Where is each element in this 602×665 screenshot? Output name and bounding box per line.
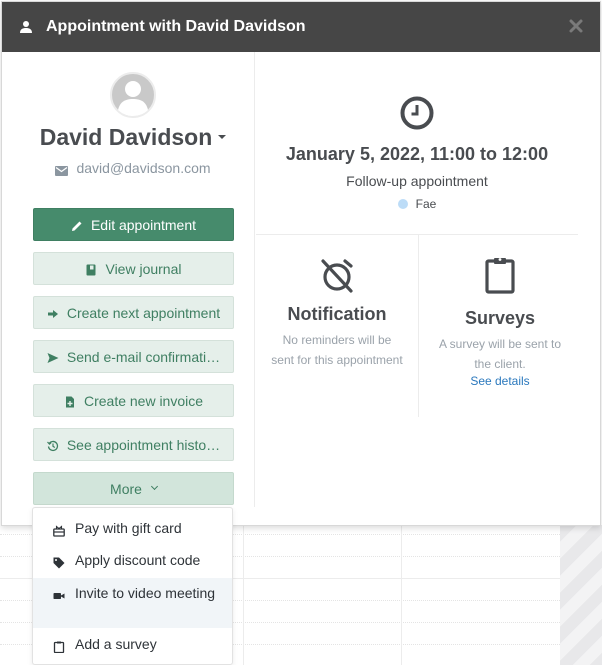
appointment-time: January 5, 2022, 11:00 to 12:00 bbox=[285, 144, 549, 164]
edit-appointment-button[interactable]: Edit appointment bbox=[33, 208, 234, 241]
tag-icon bbox=[53, 554, 65, 569]
notification-panel: Notification No reminders will be sent f… bbox=[256, 235, 418, 370]
surveys-panel: Surveys A survey will be sent to the cli… bbox=[419, 235, 581, 388]
calendar-column-divider bbox=[401, 525, 402, 665]
send-email-confirmation-button[interactable]: Send e-mail confirmati… bbox=[33, 340, 234, 373]
pencil-icon bbox=[71, 219, 83, 231]
client-name-dropdown[interactable]: David Davidson bbox=[2, 124, 264, 151]
clipboard-icon bbox=[482, 256, 518, 294]
client-panel: David Davidson david@davidson.com Edit a… bbox=[2, 52, 255, 507]
calendar-unavailable-area bbox=[560, 525, 602, 665]
clipboard-icon bbox=[53, 638, 65, 653]
menu-item-invite-to-video-meeting[interactable]: Invite to video meeting bbox=[33, 578, 232, 628]
appointment-resource: Fae bbox=[256, 197, 578, 211]
history-icon bbox=[46, 439, 59, 451]
video-camera-icon bbox=[53, 587, 65, 599]
notification-text: No reminders will be sent for this appoi… bbox=[271, 333, 403, 367]
more-button[interactable]: More bbox=[33, 472, 234, 505]
file-plus-icon bbox=[64, 395, 76, 407]
client-email-text: david@davidson.com bbox=[76, 160, 211, 176]
see-appointment-history-button[interactable]: See appointment histo… bbox=[33, 428, 234, 461]
modal-header: Appointment with David Davidson bbox=[2, 2, 600, 52]
caret-down-icon bbox=[218, 134, 227, 139]
user-icon bbox=[19, 20, 33, 34]
gift-card-icon bbox=[53, 522, 65, 537]
close-icon[interactable] bbox=[568, 18, 584, 34]
create-next-appointment-button[interactable]: Create next appointment bbox=[33, 296, 234, 329]
notification-title: Notification bbox=[287, 304, 387, 324]
surveys-title: Surveys bbox=[464, 308, 536, 328]
send-icon bbox=[47, 351, 59, 363]
client-name: David Davidson bbox=[39, 124, 213, 150]
book-icon bbox=[85, 263, 97, 275]
chevron-down-icon bbox=[150, 482, 158, 491]
more-dropdown-menu: Pay with gift card Apply discount code I… bbox=[32, 507, 233, 665]
see-details-link[interactable]: See details bbox=[419, 374, 581, 388]
view-journal-button[interactable]: View journal bbox=[33, 252, 234, 285]
resource-name: Fae bbox=[415, 197, 437, 211]
appointment-details: January 5, 2022, 11:00 to 12:00 Follow-u… bbox=[256, 52, 578, 507]
appointment-modal: Appointment with David Davidson David Da… bbox=[1, 1, 601, 526]
appointment-type: Follow-up appointment bbox=[346, 173, 488, 189]
arrow-right-icon bbox=[47, 307, 59, 319]
create-new-invoice-button[interactable]: Create new invoice bbox=[33, 384, 234, 417]
calendar-column-divider bbox=[243, 525, 244, 665]
menu-item-add-a-survey[interactable]: Add a survey bbox=[33, 634, 232, 654]
clock-icon bbox=[400, 96, 434, 130]
avatar bbox=[110, 72, 156, 118]
menu-item-apply-discount-code[interactable]: Apply discount code bbox=[33, 550, 232, 570]
menu-item-pay-with-gift-card[interactable]: Pay with gift card bbox=[33, 518, 232, 538]
resource-color-dot bbox=[397, 198, 408, 209]
alarm-off-icon bbox=[319, 256, 355, 294]
client-email: david@davidson.com bbox=[2, 160, 264, 176]
modal-title: Appointment with David Davidson bbox=[46, 18, 306, 35]
surveys-text: A survey will be sent to the client. bbox=[438, 337, 562, 371]
mail-icon bbox=[55, 163, 69, 176]
